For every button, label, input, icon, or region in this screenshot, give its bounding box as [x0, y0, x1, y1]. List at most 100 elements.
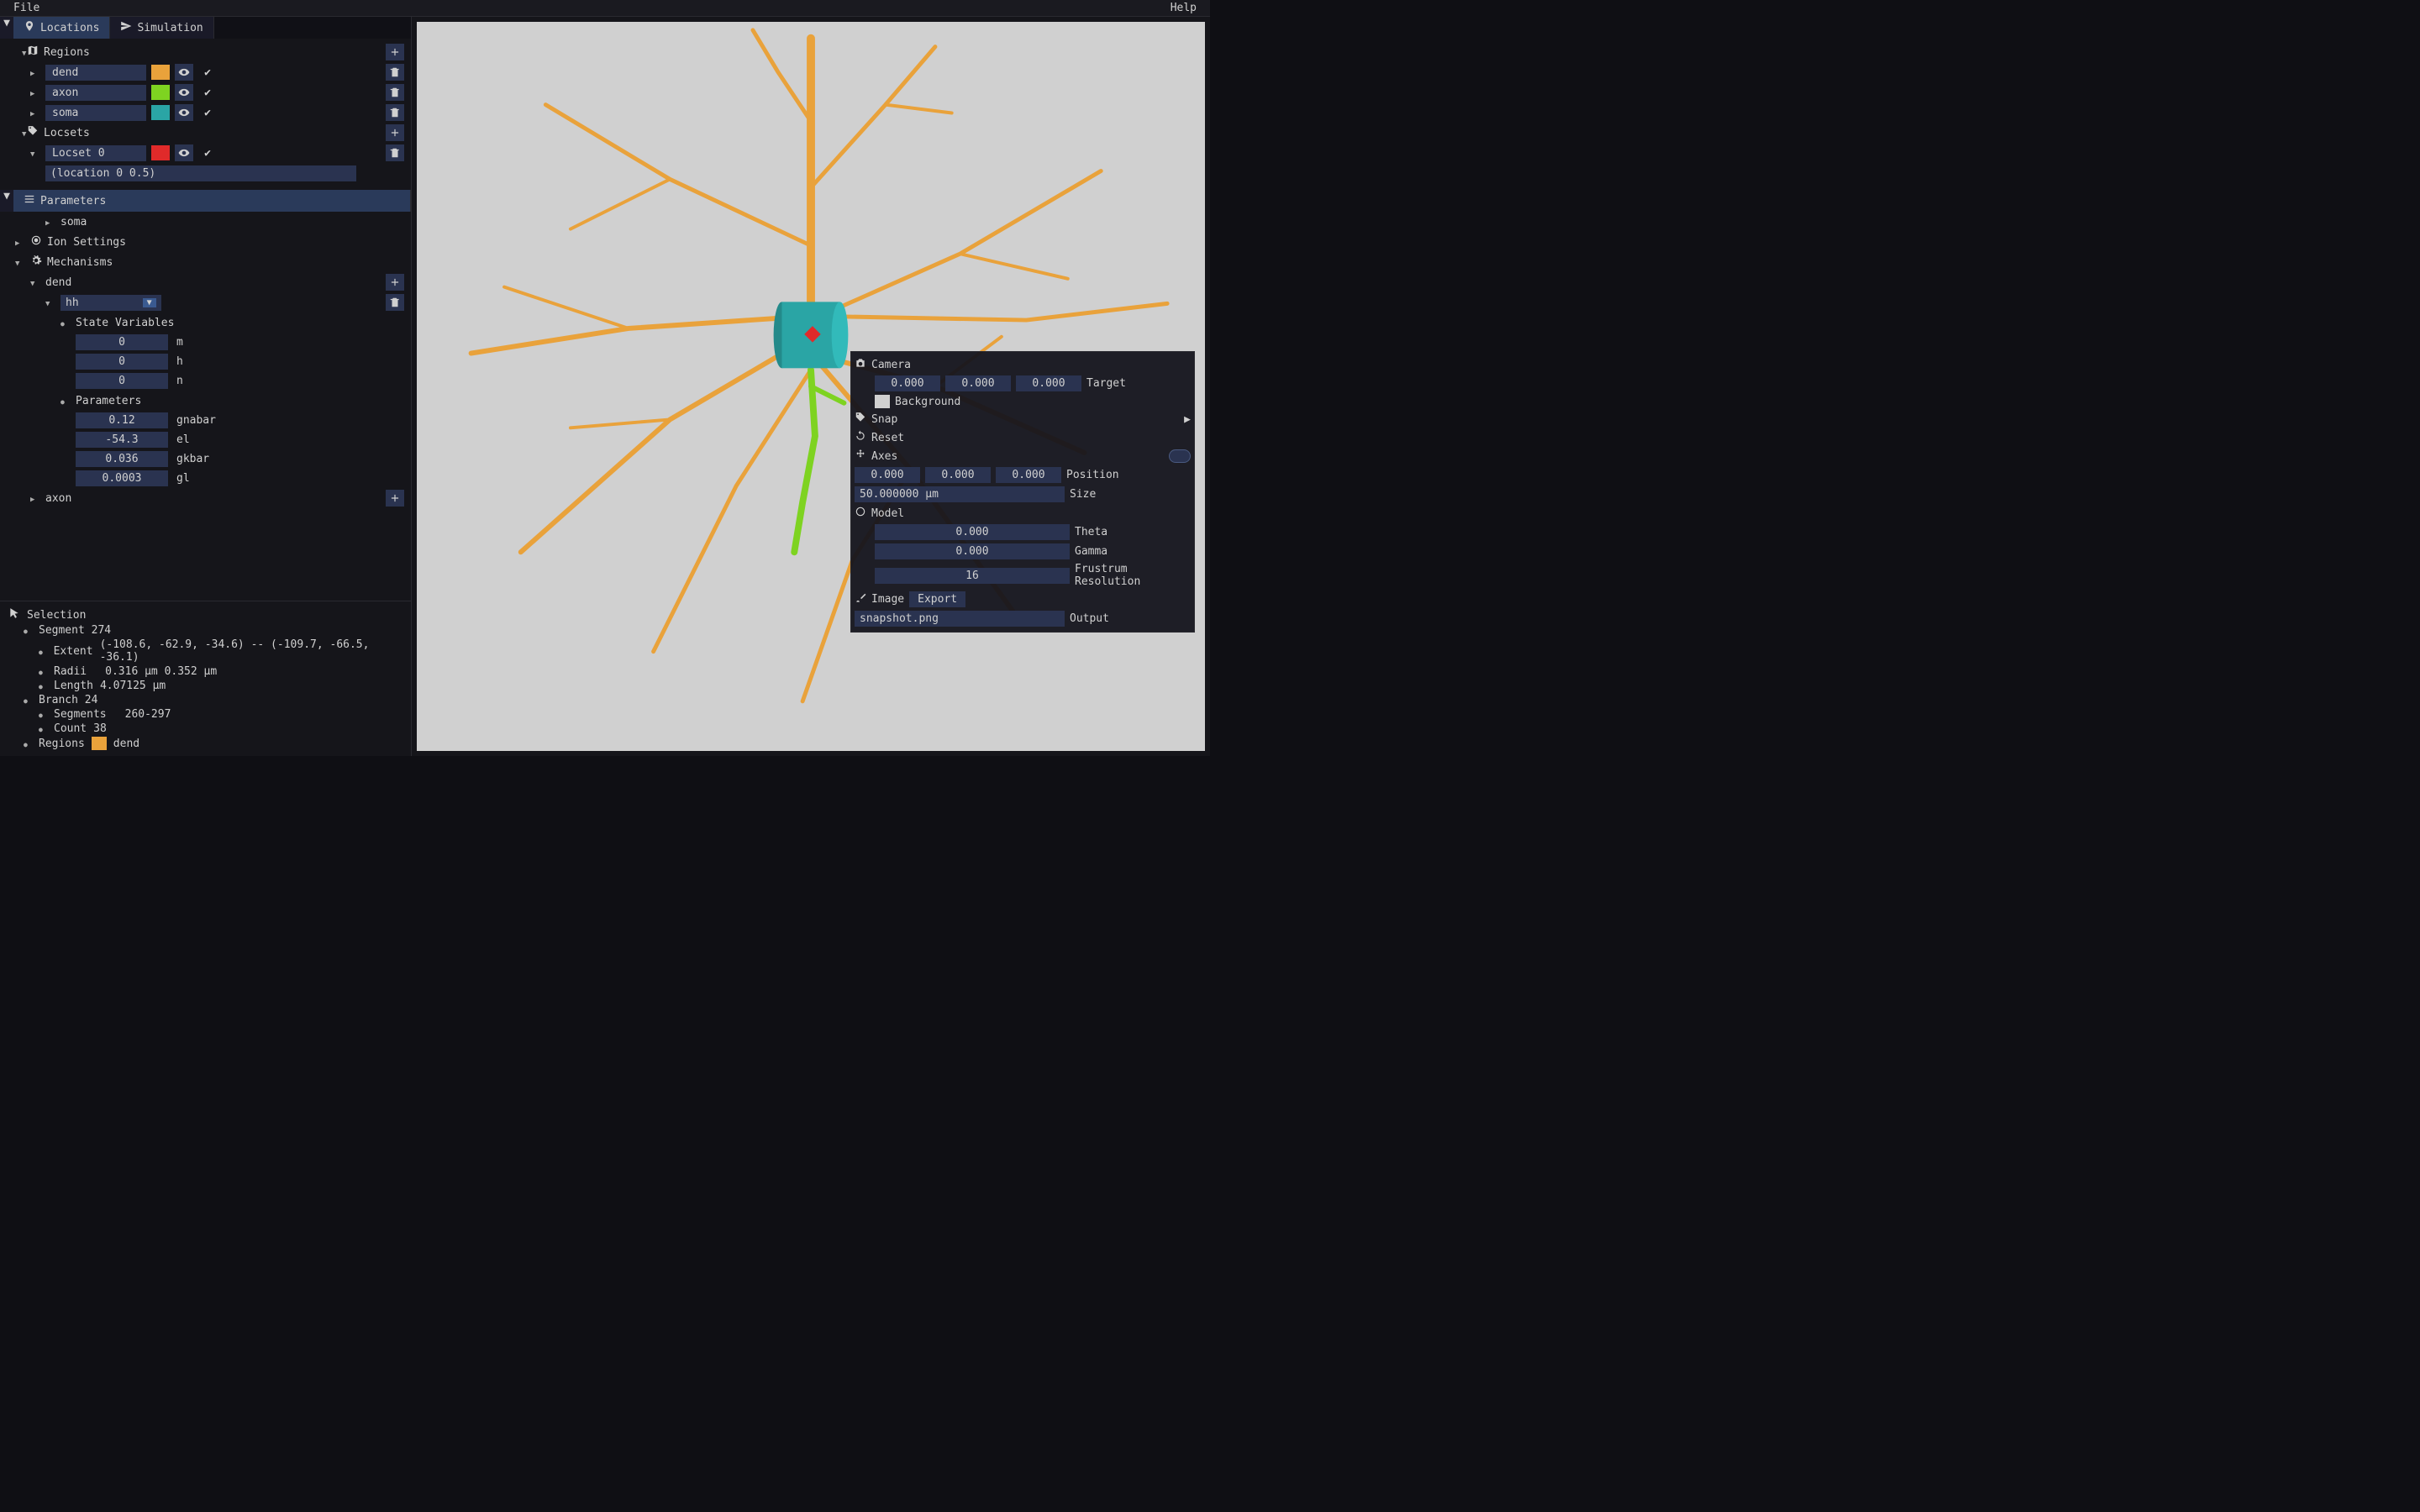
chevron-right-icon[interactable]: [30, 107, 40, 119]
position-x-input[interactable]: [855, 467, 920, 483]
param-value-input[interactable]: [76, 451, 168, 467]
menubar: File Help: [0, 0, 1210, 17]
param-value-input[interactable]: [76, 412, 168, 428]
locset-name[interactable]: Locset 0: [45, 145, 146, 161]
gamma-row: Gamma: [855, 542, 1191, 561]
tab-locations[interactable]: Locations: [13, 17, 110, 39]
refresh-icon: [855, 430, 866, 445]
region-name[interactable]: axon: [45, 85, 146, 101]
state-var-value-input[interactable]: [76, 354, 168, 370]
menu-file[interactable]: File: [8, 2, 45, 14]
mechanism-dropdown[interactable]: hh ▼: [60, 295, 161, 311]
theta-input[interactable]: [875, 524, 1070, 540]
length-value: 4.07125 μm: [100, 680, 166, 692]
param-value-input[interactable]: [76, 432, 168, 448]
tab-parameters[interactable]: Parameters: [13, 190, 411, 212]
theta-row: Theta: [855, 522, 1191, 542]
main-layout: ▼ Locations Simulation Regi: [0, 17, 1210, 756]
add-locset-button[interactable]: [386, 124, 404, 141]
snap-row[interactable]: Snap ▶: [855, 410, 1191, 428]
add-region-button[interactable]: [386, 44, 404, 60]
region-color-swatch[interactable]: [151, 65, 170, 80]
chevron-down-icon[interactable]: [7, 46, 22, 59]
output-input[interactable]: [855, 611, 1065, 627]
background-label: Background: [895, 396, 960, 408]
region-name[interactable]: soma: [45, 105, 146, 121]
add-mechanism-button[interactable]: [386, 490, 404, 507]
state-var-value-input[interactable]: [76, 373, 168, 389]
chevron-right-icon[interactable]: [30, 66, 40, 79]
axes-toggle[interactable]: [1169, 449, 1191, 463]
state-var-row: h: [0, 352, 411, 371]
param-value-input[interactable]: [76, 470, 168, 486]
trash-icon[interactable]: [386, 144, 404, 161]
tab-locations-label: Locations: [40, 22, 99, 34]
branch-label: Branch 24: [39, 694, 97, 706]
eye-icon[interactable]: [175, 84, 193, 101]
pin-icon: [24, 20, 35, 35]
gamma-label: Gamma: [1075, 545, 1176, 558]
params-label: Parameters: [76, 395, 141, 407]
region-name[interactable]: dend: [45, 65, 146, 81]
chevron-down-icon[interactable]: [15, 256, 25, 269]
trash-icon[interactable]: [386, 64, 404, 81]
chevron-down-icon[interactable]: [45, 297, 55, 309]
soma-row[interactable]: soma: [0, 212, 411, 232]
sel-regions-row: Regions dend: [8, 736, 402, 751]
chevron-down-icon[interactable]: [30, 147, 40, 160]
check-icon[interactable]: ✔: [198, 64, 217, 81]
mechanism-name: hh: [66, 297, 79, 309]
check-icon[interactable]: ✔: [198, 104, 217, 121]
tab-simulation[interactable]: Simulation: [110, 17, 213, 39]
menu-help[interactable]: Help: [1165, 2, 1202, 14]
mech-axon-row[interactable]: axon: [0, 488, 411, 508]
region-color-swatch[interactable]: [151, 85, 170, 100]
position-z-input[interactable]: [996, 467, 1061, 483]
tag-icon: [855, 412, 866, 427]
locsets-label: Locsets: [44, 127, 90, 139]
map-icon: [27, 45, 39, 60]
eye-icon[interactable]: [175, 144, 193, 161]
camera-label: Camera: [871, 359, 911, 371]
radii-value: 0.316 μm 0.352 μm: [105, 665, 217, 678]
extent-value: (-108.6, -62.9, -34.6) -- (-109.7, -66.5…: [100, 638, 402, 664]
chevron-right-icon[interactable]: [30, 87, 40, 99]
model-header: Model: [855, 504, 1191, 522]
gamma-input[interactable]: [875, 543, 1070, 559]
chevron-right-icon[interactable]: ▶: [1184, 413, 1191, 426]
chevron-down-icon[interactable]: [7, 127, 22, 139]
size-input[interactable]: [855, 486, 1065, 502]
ion-settings-row[interactable]: Ion Settings: [0, 232, 411, 252]
export-button[interactable]: Export: [909, 591, 965, 607]
region-color-swatch[interactable]: [151, 105, 170, 120]
chevron-right-icon[interactable]: [30, 492, 40, 505]
target-x-input[interactable]: [875, 375, 940, 391]
check-icon[interactable]: ✔: [198, 84, 217, 101]
locset-expression-input[interactable]: [45, 165, 356, 181]
segments-value: 260-297: [125, 708, 171, 721]
trash-icon[interactable]: [386, 104, 404, 121]
add-mechanism-button[interactable]: [386, 274, 404, 291]
check-icon[interactable]: ✔: [198, 144, 217, 161]
target-y-input[interactable]: [945, 375, 1011, 391]
trash-icon[interactable]: [386, 84, 404, 101]
trash-icon[interactable]: [386, 294, 404, 311]
background-color-swatch[interactable]: [875, 395, 890, 408]
eye-icon[interactable]: [175, 64, 193, 81]
chevron-down-icon[interactable]: [30, 276, 40, 289]
collapse-parameters-icon[interactable]: ▼: [0, 190, 13, 212]
state-var-name: n: [176, 375, 183, 387]
frustrum-input[interactable]: [875, 568, 1070, 584]
collapse-locations-icon[interactable]: ▼: [0, 17, 13, 39]
target-z-input[interactable]: [1016, 375, 1081, 391]
chevron-right-icon[interactable]: [45, 216, 55, 228]
chevron-right-icon[interactable]: [15, 236, 25, 249]
target-label: Target: [1086, 377, 1187, 390]
bullet-icon: [39, 665, 47, 678]
position-y-input[interactable]: [925, 467, 991, 483]
eye-icon[interactable]: [175, 104, 193, 121]
locset-color-swatch[interactable]: [151, 145, 170, 160]
state-var-value-input[interactable]: [76, 334, 168, 350]
reset-row[interactable]: Reset: [855, 428, 1191, 447]
selection-header[interactable]: Selection: [8, 606, 402, 623]
